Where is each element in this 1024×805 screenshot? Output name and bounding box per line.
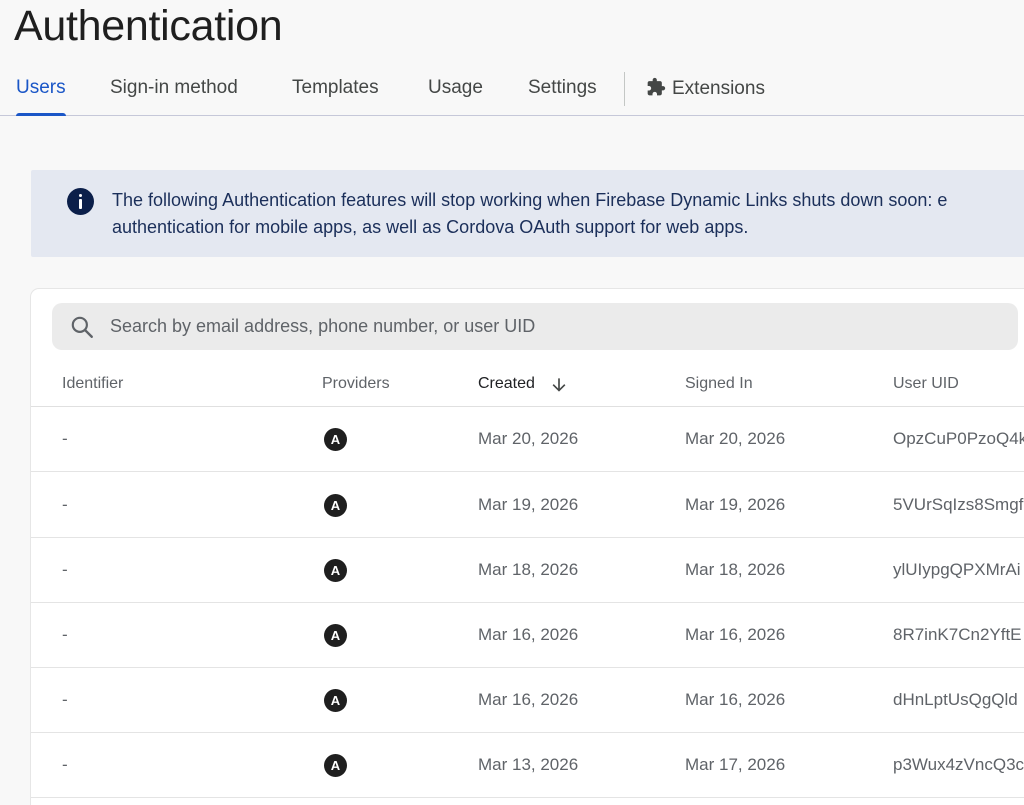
anonymous-provider-icon: A: [324, 689, 347, 712]
table-row[interactable]: - A Mar 16, 2026 Mar 16, 2026 dHnLptUsQg…: [31, 668, 1024, 733]
cell-user-uid: p3Wux4zVncQ3c: [893, 755, 1024, 774]
table-row[interactable]: - A Mar 18, 2026 Mar 18, 2026 ylUIypgQPX…: [31, 538, 1024, 603]
table-row[interactable]: - A Mar 16, 2026 Mar 16, 2026 8R7inK7Cn2…: [31, 603, 1024, 668]
cell-identifier: -: [62, 625, 68, 644]
cell-user-uid: ylUIypgQPXMrAi: [893, 560, 1021, 579]
cell-user-uid: 5VUrSqIzs8Smgf: [893, 495, 1024, 514]
tab-bar: Users Sign-in method Templates Usage Set…: [0, 64, 1024, 116]
tab-users[interactable]: Users: [16, 77, 66, 116]
cell-created: Mar 16, 2026: [478, 690, 579, 709]
column-header-identifier[interactable]: Identifier: [62, 375, 123, 393]
anonymous-provider-icon: A: [324, 754, 347, 777]
cell-user-uid: dHnLptUsQgQld: [893, 690, 1018, 709]
search-input[interactable]: [110, 303, 990, 350]
arrow-down-icon[interactable]: [549, 375, 569, 395]
search-bar[interactable]: [52, 303, 1018, 350]
column-header-created[interactable]: Created: [478, 375, 535, 393]
cell-signed-in: Mar 19, 2026: [685, 495, 786, 514]
search-icon: [71, 316, 93, 338]
cell-created: Mar 19, 2026: [478, 495, 579, 514]
table-row[interactable]: - A Mar 13, 2026 Mar 17, 2026 p3Wux4zVnc…: [31, 733, 1024, 798]
page-title: Authentication: [14, 2, 283, 50]
tab-usage[interactable]: Usage: [428, 77, 483, 115]
tab-templates[interactable]: Templates: [292, 77, 379, 115]
tab-divider: [624, 72, 625, 106]
cell-identifier: -: [62, 495, 68, 514]
puzzle-piece-icon: [647, 77, 666, 96]
tab-extensions[interactable]: Extensions: [646, 77, 765, 115]
banner-message: The following Authentication features wi…: [112, 187, 1024, 241]
deprecation-banner: The following Authentication features wi…: [31, 170, 1024, 257]
banner-line-2: authentication for mobile apps, as well …: [112, 217, 749, 237]
tab-extensions-label: Extensions: [672, 78, 765, 99]
column-header-signed-in[interactable]: Signed In: [685, 375, 753, 393]
cell-user-uid: 8R7inK7Cn2YftE: [893, 625, 1022, 644]
cell-created: Mar 18, 2026: [478, 560, 579, 579]
cell-signed-in: Mar 20, 2026: [685, 429, 786, 448]
cell-signed-in: Mar 17, 2026: [685, 755, 786, 774]
cell-identifier: -: [62, 690, 68, 709]
cell-signed-in: Mar 16, 2026: [685, 690, 786, 709]
column-header-providers[interactable]: Providers: [322, 375, 390, 393]
cell-created: Mar 16, 2026: [478, 625, 579, 644]
tab-sign-in-method[interactable]: Sign-in method: [110, 77, 238, 115]
anonymous-provider-icon: A: [324, 428, 347, 451]
cell-identifier: -: [62, 429, 68, 448]
column-header-user-uid[interactable]: User UID: [893, 375, 959, 393]
anonymous-provider-icon: A: [324, 494, 347, 517]
info-icon: [67, 188, 94, 215]
cell-signed-in: Mar 16, 2026: [685, 625, 786, 644]
banner-line-1: The following Authentication features wi…: [112, 190, 948, 210]
table-row[interactable]: - A Mar 20, 2026 Mar 20, 2026 OpzCuP0Pzo…: [31, 407, 1024, 472]
cell-created: Mar 13, 2026: [478, 755, 579, 774]
cell-created: Mar 20, 2026: [478, 429, 579, 448]
users-table-card: Identifier Providers Created Signed In U…: [31, 289, 1024, 805]
table-row[interactable]: - A Mar 19, 2026 Mar 19, 2026 5VUrSqIzs8…: [31, 473, 1024, 538]
cell-identifier: -: [62, 755, 68, 774]
cell-user-uid: OpzCuP0PzoQ4k: [893, 429, 1024, 448]
tab-settings[interactable]: Settings: [528, 77, 597, 115]
anonymous-provider-icon: A: [324, 624, 347, 647]
cell-identifier: -: [62, 560, 68, 579]
anonymous-provider-icon: A: [324, 559, 347, 582]
cell-signed-in: Mar 18, 2026: [685, 560, 786, 579]
